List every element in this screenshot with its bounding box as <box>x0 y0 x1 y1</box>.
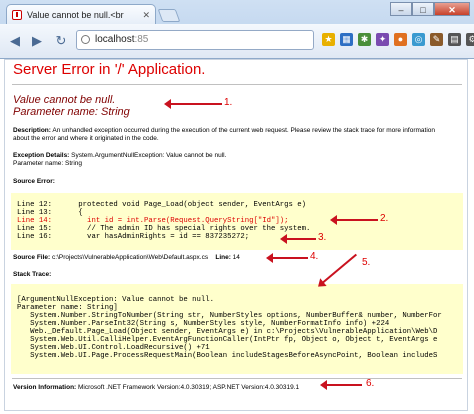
minimize-button[interactable]: – <box>390 2 412 16</box>
line-number: 14 <box>230 254 240 261</box>
annotation-arrow-3 <box>280 234 316 244</box>
tab-title: Value cannot be null.<br <box>27 10 124 20</box>
wrench-menu-icon[interactable]: ⚙ <box>466 33 474 46</box>
version-text: Microsoft .NET Framework Version:4.0.303… <box>76 384 300 391</box>
forward-arrow-icon[interactable]: ▶ <box>28 32 46 50</box>
back-arrow-icon[interactable]: ◀ <box>6 32 24 50</box>
version-divider <box>12 378 462 379</box>
extension-globe-icon[interactable]: ◎ <box>412 33 425 46</box>
address-host: localhost <box>95 34 135 45</box>
exception-parameter: Parameter name: String <box>13 160 83 167</box>
annotation-number-6: 6. <box>366 378 375 389</box>
page-viewport: Server Error in '/' Application. Value c… <box>4 59 468 411</box>
source-file-path: c:\Projects\VulnerableApplication\Web\De… <box>50 254 209 261</box>
stack-line: System.Number.StringToNumber(String str,… <box>17 312 442 320</box>
window-controls: – □ ✕ <box>390 2 470 18</box>
browser-chrome: Value cannot be null.<br ✕ – □ ✕ ◀ ▶ ↻ l… <box>0 0 474 59</box>
extension-tool-icon[interactable]: ✎ <box>430 33 443 46</box>
extension-puzzle-icon[interactable]: ✱ <box>358 33 371 46</box>
description: Description: An unhandled exception occu… <box>13 127 453 143</box>
error-message: Value cannot be null. Parameter name: St… <box>13 94 130 118</box>
version-information: Version Information: Microsoft .NET Fram… <box>13 384 299 391</box>
source-code-block: Line 12: protected void Page_Load(object… <box>11 193 463 250</box>
exception-details-label: Exception Details: <box>13 152 70 159</box>
source-file-label: Source File: <box>13 254 51 261</box>
extension-icons: ★ ▦ ✱ ✦ ● ◎ ✎ ▤ ⚙ <box>322 33 474 46</box>
exception-details: Exception Details: System.ArgumentNullEx… <box>13 152 226 168</box>
error-message-line1: Value cannot be null. <box>13 94 116 106</box>
source-line: Line 15: // The admin ID has special rig… <box>17 225 311 233</box>
stack-line: Parameter name: String] <box>17 304 118 312</box>
annotation-number-3: 3. <box>318 232 327 243</box>
description-label: Description: <box>13 127 51 134</box>
annotation-arrow-4 <box>266 253 308 263</box>
source-error-label: Source Error: <box>13 178 55 185</box>
page-title: Server Error in '/' Application. <box>13 61 206 78</box>
stack-line: System.Web.UI.Control.LoadRecursive() +7… <box>17 344 210 352</box>
maximize-button[interactable]: □ <box>412 2 434 16</box>
address-bar[interactable]: localhost:85 <box>76 30 314 50</box>
source-line: Line 13: { <box>17 209 83 217</box>
annotation-number-5: 5. <box>362 257 371 268</box>
source-file-info: Source File: c:\Projects\VulnerableAppli… <box>13 254 240 261</box>
window-close-button[interactable]: ✕ <box>434 2 470 16</box>
stack-line: Web._Default.Page_Load(Object sender, Ev… <box>17 328 438 336</box>
stack-line: [ArgumentNullException: Value cannot be … <box>17 296 215 304</box>
annotation-number-2: 2. <box>380 213 389 224</box>
stack-trace-block: [ArgumentNullException: Value cannot be … <box>11 284 463 374</box>
address-port: :85 <box>134 34 149 45</box>
stack-line: System.Web.UI.Page.ProcessRequestMain(Bo… <box>17 352 438 360</box>
annotation-arrow-1 <box>164 99 222 109</box>
globe-icon <box>81 35 90 44</box>
exception-details-text: System.ArgumentNullException: Value cann… <box>69 152 227 159</box>
tab-close-icon[interactable]: ✕ <box>142 5 150 24</box>
stack-trace-label: Stack Trace: <box>13 271 52 278</box>
error-message-line2: Parameter name: String <box>13 106 130 118</box>
browser-toolbar: ◀ ▶ ↻ localhost:85 ★ ▦ ✱ ✦ ● ◎ ✎ ▤ ⚙ <box>0 24 474 58</box>
stack-line: System.Number.ParseInt32(String s, Numbe… <box>17 320 390 328</box>
source-line-highlighted: Line 14: int id = int.Parse(Request.Quer… <box>17 217 289 225</box>
extension-grid-icon[interactable]: ▦ <box>340 33 353 46</box>
source-line: Line 12: protected void Page_Load(object… <box>17 201 307 209</box>
title-divider <box>12 84 462 85</box>
source-line: Line 16: var hasAdminRights = id == 8372… <box>17 233 250 241</box>
stack-line: System.Web.Util.CalliHelper.EventArgFunc… <box>17 336 438 344</box>
version-label: Version Information: <box>13 384 77 391</box>
description-text: An unhandled exception occurred during t… <box>13 127 435 142</box>
error-favicon-icon <box>12 10 22 20</box>
page-menu-icon[interactable]: ▤ <box>448 33 461 46</box>
browser-tab[interactable]: Value cannot be null.<br ✕ <box>6 4 156 24</box>
extension-cookie-icon[interactable]: ● <box>394 33 407 46</box>
annotation-number-1: 1. <box>224 97 233 108</box>
bookmark-star-icon[interactable]: ★ <box>322 33 335 46</box>
new-tab-button[interactable] <box>157 9 181 22</box>
annotation-arrow-2 <box>330 215 378 225</box>
extension-compass-icon[interactable]: ✦ <box>376 33 389 46</box>
annotation-number-4: 4. <box>310 251 319 262</box>
reload-icon[interactable]: ↻ <box>52 32 70 50</box>
annotation-arrow-6 <box>320 380 362 390</box>
line-label: Line: <box>215 254 231 261</box>
